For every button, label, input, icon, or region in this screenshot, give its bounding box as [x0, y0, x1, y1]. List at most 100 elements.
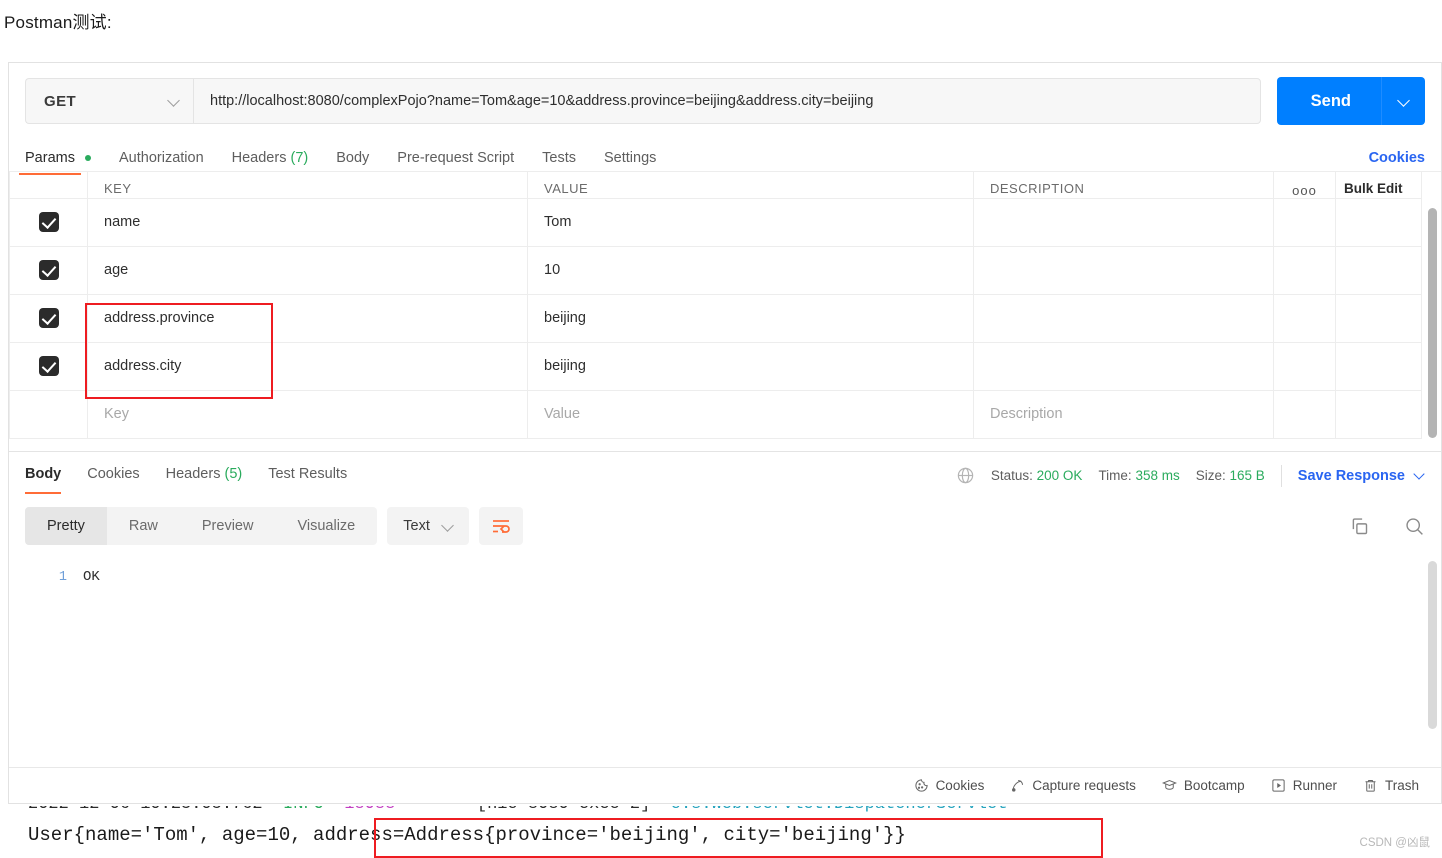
row-value-text: beijing [544, 310, 586, 326]
response-tab-headers-count: (5) [224, 466, 243, 482]
params-scrollbar[interactable] [1428, 208, 1437, 438]
row-checkbox-cell[interactable] [9, 294, 88, 343]
cookies-link[interactable]: Cookies [1369, 150, 1425, 171]
clipped-log-text: 2022-12-06 10:25:05.762 INFO 18088 [nio-… [0, 806, 1442, 814]
response-tab-body[interactable]: Body [25, 466, 62, 494]
runner-icon [1272, 779, 1285, 792]
tab-authorization[interactable]: Authorization [119, 150, 204, 171]
response-header: Body Cookies Headers (5) Test Results St… [9, 451, 1441, 499]
format-selector[interactable]: Text [387, 507, 469, 545]
request-tabs: Params Authorization Headers (7) Body Pr… [9, 135, 1441, 175]
tab-pre-request-script[interactable]: Pre-request Script [397, 150, 514, 171]
http-method-label: GET [44, 92, 77, 110]
checkbox-checked-icon[interactable] [38, 260, 59, 280]
row-key-cell[interactable]: age [87, 246, 528, 295]
row-value-cell[interactable]: beijing [527, 342, 974, 391]
status-bootcamp-button[interactable]: Bootcamp [1161, 778, 1245, 793]
row-spacer-cell [1273, 294, 1336, 343]
postman-window: GET http://localhost:8080/complexPojo?na… [8, 62, 1442, 804]
row-value-cell[interactable]: 10 [527, 246, 974, 295]
status-capture-requests-button[interactable]: Capture requests [1010, 778, 1136, 793]
table-row[interactable]: age 10 [9, 246, 1422, 295]
view-mode-raw[interactable]: Raw [107, 507, 180, 545]
row-key-cell[interactable]: address.province [87, 294, 528, 343]
status-trash-button[interactable]: Trash [1363, 778, 1419, 793]
row-key-cell[interactable]: name [87, 198, 528, 247]
line-number: 1 [58, 570, 67, 585]
checkbox-checked-icon[interactable] [38, 212, 59, 232]
watermark: CSDN @凶鼠 [1359, 837, 1430, 849]
row-checkbox-cell[interactable] [9, 246, 88, 295]
row-spacer-cell [1273, 246, 1336, 295]
status-trash-label: Trash [1384, 778, 1419, 793]
wrap-lines-button[interactable] [478, 507, 523, 545]
tab-settings[interactable]: Settings [604, 150, 656, 171]
wrap-text-icon [492, 520, 510, 533]
http-method-selector[interactable]: GET [25, 78, 193, 124]
tab-tests[interactable]: Tests [542, 150, 576, 171]
log-level: INFO [283, 806, 324, 814]
table-row[interactable]: address.city beijing [9, 342, 1422, 391]
bulk-edit-button[interactable]: Bulk Edit [1335, 172, 1422, 199]
response-tab-cookies[interactable]: Cookies [87, 466, 139, 485]
table-row-empty[interactable]: Key Value Description [9, 390, 1422, 439]
console-output-line: User{name='Tom', age=10, address=Address… [28, 824, 906, 846]
search-icon[interactable] [1404, 516, 1425, 537]
body-scrollbar[interactable] [1428, 561, 1437, 729]
log-logger: o.s.web.servlet.DispatcherServlet [671, 806, 1008, 814]
log-pid: 18088 [344, 806, 395, 814]
empty-row-key-cell[interactable]: Key [87, 390, 528, 439]
size-label: Size: [1195, 468, 1226, 483]
row-key-text: age [104, 262, 129, 278]
response-tab-test-results[interactable]: Test Results [268, 466, 347, 485]
view-mode-pretty[interactable]: Pretty [25, 507, 107, 545]
view-mode-preview[interactable]: Preview [180, 507, 276, 545]
response-tab-headers[interactable]: Headers (5) [166, 466, 243, 485]
save-response-label: Save Response [1297, 467, 1405, 484]
save-response-button[interactable]: Save Response [1298, 468, 1425, 484]
row-value-text: beijing [544, 358, 586, 374]
status-cookies-button[interactable]: Cookies [914, 778, 984, 793]
cookie-icon [914, 779, 928, 792]
status-runner-button[interactable]: Runner [1271, 778, 1337, 793]
empty-key-placeholder: Key [104, 406, 129, 422]
tab-headers-count: (7) [290, 150, 309, 166]
log-timestamp: 2022-12-06 10:25:05.762 [28, 806, 263, 814]
checkbox-checked-icon[interactable] [38, 356, 59, 376]
view-mode-visualize[interactable]: Visualize [275, 507, 377, 545]
row-key-cell[interactable]: address.city [87, 342, 528, 391]
row-checkbox-cell[interactable] [9, 342, 88, 391]
header-description: DESCRIPTION [973, 172, 1274, 199]
tab-body[interactable]: Body [336, 150, 369, 171]
tab-params[interactable]: Params [19, 150, 91, 175]
row-description-cell[interactable] [973, 246, 1274, 295]
row-spacer-cell-2 [1335, 294, 1422, 343]
empty-row-description-cell[interactable]: Description [973, 390, 1274, 439]
status-value: 200 OK [1036, 468, 1083, 483]
tab-headers[interactable]: Headers (7) [232, 150, 309, 171]
table-row[interactable]: name Tom [9, 198, 1422, 247]
copy-icon[interactable] [1349, 516, 1370, 537]
url-input[interactable]: http://localhost:8080/complexPojo?name=T… [193, 78, 1261, 124]
log-thread: [nio-8080-exec-2] [477, 806, 650, 814]
row-value-cell[interactable]: beijing [527, 294, 974, 343]
empty-row-value-cell[interactable]: Value [527, 390, 974, 439]
send-button[interactable]: Send [1276, 77, 1381, 125]
params-table-region: KEY VALUE DESCRIPTION ooo Bulk Edit name… [9, 171, 1441, 451]
empty-description-placeholder: Description [990, 406, 1063, 422]
url-text: http://localhost:8080/complexPojo?name=T… [210, 93, 874, 109]
row-description-cell[interactable] [973, 198, 1274, 247]
tab-params-label: Params [25, 150, 75, 166]
table-row[interactable]: address.province beijing [9, 294, 1422, 343]
params-more-options-button[interactable]: ooo [1273, 172, 1336, 199]
checkbox-checked-icon[interactable] [38, 308, 59, 328]
response-tab-headers-label: Headers [165, 466, 221, 482]
params-table: KEY VALUE DESCRIPTION ooo Bulk Edit name… [9, 172, 1422, 439]
row-description-cell[interactable] [973, 294, 1274, 343]
row-value-cell[interactable]: Tom [527, 198, 974, 247]
row-value-text: Tom [544, 214, 572, 230]
row-key-text: address.city [104, 358, 182, 374]
row-checkbox-cell[interactable] [9, 198, 88, 247]
row-description-cell[interactable] [973, 342, 1274, 391]
send-options-button[interactable] [1381, 77, 1425, 125]
